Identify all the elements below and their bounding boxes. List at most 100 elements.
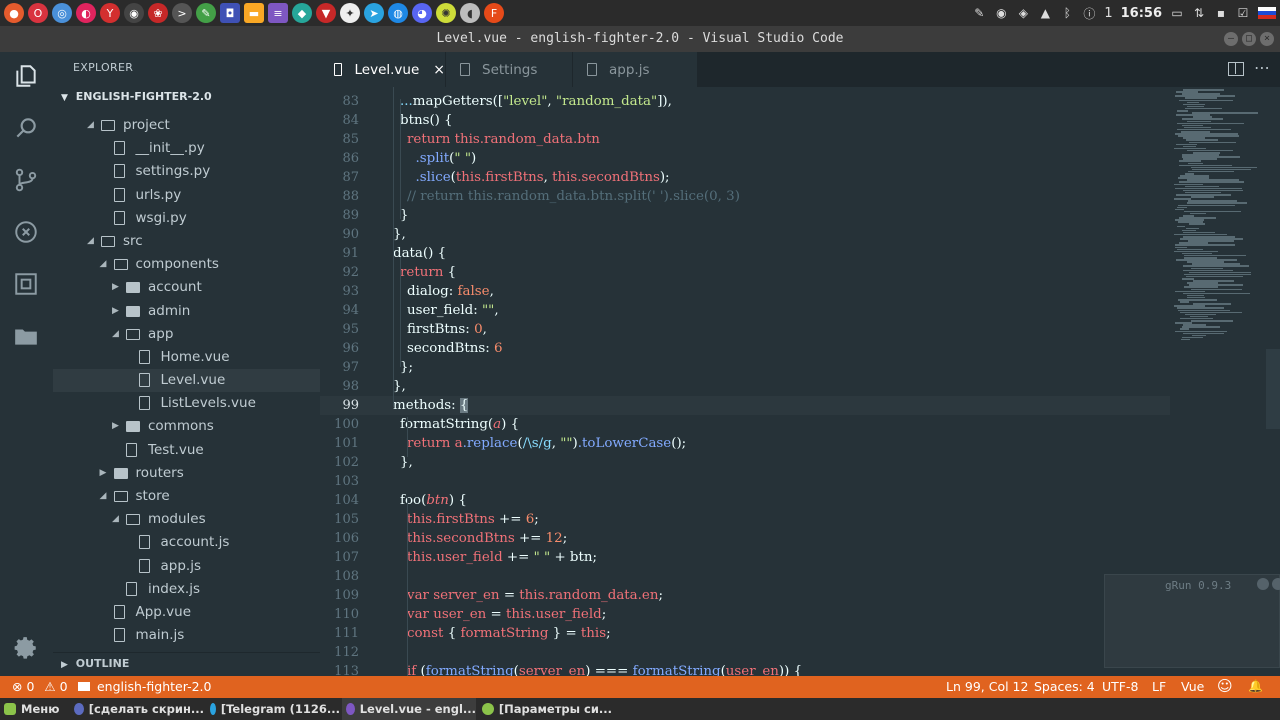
code-line[interactable]: 99 methods: { bbox=[320, 396, 1170, 415]
opera-alt-icon[interactable]: ◐ bbox=[76, 3, 96, 23]
code-line[interactable]: 91 data() { bbox=[320, 244, 1170, 263]
info-icon[interactable]: ⓘ bbox=[1082, 6, 1096, 21]
grun-window[interactable]: gRun 0.9.3 bbox=[1104, 574, 1280, 668]
feedback-smiley-icon[interactable]: ☺ bbox=[1217, 677, 1233, 695]
tab-app-js[interactable]: app.js bbox=[573, 52, 697, 87]
tree-file-item[interactable]: App.vue bbox=[53, 601, 320, 624]
code-line[interactable]: 86 .split(" ") bbox=[320, 149, 1170, 168]
tree-file-item[interactable]: ListLevels.vue bbox=[53, 392, 320, 415]
taskbar-window-item[interactable]: [сделать скрин... bbox=[70, 698, 204, 720]
code-line[interactable]: 90}, bbox=[320, 225, 1170, 244]
telegram-icon[interactable]: ➤ bbox=[364, 3, 384, 23]
source-control-icon[interactable] bbox=[12, 166, 40, 194]
tree-file-item[interactable]: urls.py bbox=[53, 184, 320, 207]
tree-file-item[interactable]: main.js bbox=[53, 624, 320, 647]
tree-folder-item[interactable]: ▶ routers bbox=[53, 462, 320, 485]
color-picker-icon[interactable]: ◆ bbox=[292, 3, 312, 23]
tree-file-item[interactable]: wsgi.py bbox=[53, 207, 320, 230]
elephant-icon[interactable]: ◖ bbox=[460, 3, 480, 23]
code-line[interactable]: 87 .slice(this.firstBtns, this.secondBtn… bbox=[320, 168, 1170, 187]
gear-icon[interactable] bbox=[12, 634, 40, 662]
cursor-position[interactable]: Ln 99, Col 12 bbox=[946, 679, 1028, 694]
close-window-button[interactable]: × bbox=[1260, 32, 1274, 46]
folders-icon[interactable] bbox=[12, 322, 40, 350]
clock[interactable]: 16:56 bbox=[1121, 6, 1162, 21]
code-line[interactable]: 94 user_field: "", bbox=[320, 301, 1170, 320]
screenshot-icon[interactable]: ◘ bbox=[220, 3, 240, 23]
tree-file-item[interactable]: __init__.py bbox=[53, 137, 320, 160]
code-line[interactable]: 93 dialog: false, bbox=[320, 282, 1170, 301]
discord-icon[interactable]: ◕ bbox=[412, 3, 432, 23]
more-actions-icon[interactable]: ⋯ bbox=[1254, 58, 1270, 77]
tree-file-item[interactable]: account.js bbox=[53, 531, 320, 554]
line-ending[interactable]: LF bbox=[1152, 679, 1166, 694]
bluetooth-icon[interactable]: ᛒ bbox=[1060, 6, 1074, 20]
extensions-icon[interactable] bbox=[12, 270, 40, 298]
tree-file-item[interactable]: Level.vue bbox=[53, 369, 320, 393]
problems-indicator[interactable]: ⊗ 0 ⚠ 0 bbox=[12, 679, 68, 694]
code-line[interactable]: 108 bbox=[320, 567, 1170, 586]
minimize-button[interactable]: – bbox=[1224, 32, 1238, 46]
outline-section-header[interactable]: ▶ OUTLINE bbox=[53, 652, 320, 674]
code-line[interactable]: 107 this.user_field += " " + btn; bbox=[320, 548, 1170, 567]
code-line[interactable]: 98}, bbox=[320, 377, 1170, 396]
taskbar-window-item[interactable]: Level.vue - engl... bbox=[342, 698, 476, 720]
globe-icon[interactable]: ◍ bbox=[388, 3, 408, 23]
tree-file-item[interactable]: settings.py bbox=[53, 160, 320, 183]
indentation[interactable]: Spaces: 4 bbox=[1034, 679, 1095, 694]
code-line[interactable]: 105 this.firstBtns += 6; bbox=[320, 510, 1170, 529]
code-line[interactable]: 97}; bbox=[320, 358, 1170, 377]
start-menu-button[interactable]: Меню bbox=[4, 698, 66, 720]
tree-file-item[interactable]: Home.vue bbox=[53, 346, 320, 369]
tree-folder-item[interactable]: ▶ admin bbox=[53, 300, 320, 323]
keyboard-layout-flag-icon[interactable] bbox=[1258, 7, 1276, 19]
code-line[interactable]: 89} bbox=[320, 206, 1170, 225]
code-line[interactable]: 110 var user_en = this.user_field; bbox=[320, 605, 1170, 624]
code-line[interactable]: 109 var server_en = this.random_data.en; bbox=[320, 586, 1170, 605]
taskbar-window-item[interactable]: [Telegram (1126... bbox=[206, 698, 340, 720]
camera-icon[interactable]: ◉ bbox=[124, 3, 144, 23]
network-tray-icon[interactable]: ⇅ bbox=[1192, 6, 1206, 20]
code-line[interactable]: 92 return { bbox=[320, 263, 1170, 282]
status-folder[interactable]: english-fighter-2.0 bbox=[78, 679, 211, 694]
language-mode[interactable]: Vue bbox=[1181, 679, 1204, 694]
tab-settings[interactable]: Settings bbox=[446, 52, 572, 87]
firefox-icon[interactable]: ● bbox=[4, 3, 24, 23]
opera-icon[interactable]: O bbox=[28, 3, 48, 23]
scrollbar-thumb[interactable] bbox=[1266, 349, 1280, 429]
code-line[interactable]: 95 firstBtns: 0, bbox=[320, 320, 1170, 339]
tree-folder-item[interactable]: ◢ project bbox=[53, 114, 320, 137]
sound-icon[interactable]: ▪ bbox=[1214, 6, 1228, 20]
code-line[interactable]: 101 return a.replace(/\s/g, "").toLowerCa… bbox=[320, 434, 1170, 453]
code-line[interactable]: 112 bbox=[320, 643, 1170, 662]
maximize-button[interactable]: □ bbox=[1242, 32, 1256, 46]
grun-close-button[interactable] bbox=[1272, 578, 1280, 590]
image-viewer-icon[interactable]: ✺ bbox=[436, 3, 456, 23]
code-line[interactable]: 83 ...mapGetters(["level", "random_data"]… bbox=[320, 92, 1170, 111]
code-line[interactable]: 88 // return this.random_data.btn.split('… bbox=[320, 187, 1170, 206]
explorer-icon[interactable] bbox=[12, 62, 40, 90]
tab-level-vue[interactable]: Level.vue × bbox=[320, 52, 445, 87]
debug-icon[interactable] bbox=[12, 218, 40, 246]
close-icon[interactable]: × bbox=[433, 62, 445, 78]
notification-icon[interactable]: ◉ bbox=[994, 6, 1008, 20]
tree-folder-item[interactable]: ◢ store bbox=[53, 485, 320, 508]
code-line[interactable]: 106 this.secondBtns += 12; bbox=[320, 529, 1170, 548]
terminal-icon[interactable]: > bbox=[172, 3, 192, 23]
checkbox-icon[interactable]: ☑ bbox=[1236, 6, 1250, 20]
tree-file-item[interactable]: app.js bbox=[53, 555, 320, 578]
code-line[interactable]: 84 btns() { bbox=[320, 111, 1170, 130]
notifications-bell-icon[interactable]: 🔔 bbox=[1248, 679, 1263, 693]
pin-icon[interactable]: ▼ bbox=[316, 3, 336, 23]
code-line[interactable]: 102}, bbox=[320, 453, 1170, 472]
tree-folder-item[interactable]: ◢ components bbox=[53, 253, 320, 276]
edit-icon[interactable]: ✎ bbox=[972, 6, 986, 20]
code-editor[interactable]: 83 ...mapGetters(["level", "random_data"]… bbox=[320, 87, 1170, 676]
taskbar-window-item[interactable]: [Параметры си... bbox=[478, 698, 612, 720]
folder-icon[interactable]: ▬ bbox=[244, 3, 264, 23]
cherry-icon[interactable]: ❀ bbox=[148, 3, 168, 23]
vpn-icon[interactable]: ◈ bbox=[1016, 6, 1030, 20]
tree-folder-item[interactable]: ◢ modules bbox=[53, 508, 320, 531]
tree-folder-item[interactable]: ▶ commons bbox=[53, 415, 320, 438]
code-line[interactable]: 111 const { formatString } = this; bbox=[320, 624, 1170, 643]
